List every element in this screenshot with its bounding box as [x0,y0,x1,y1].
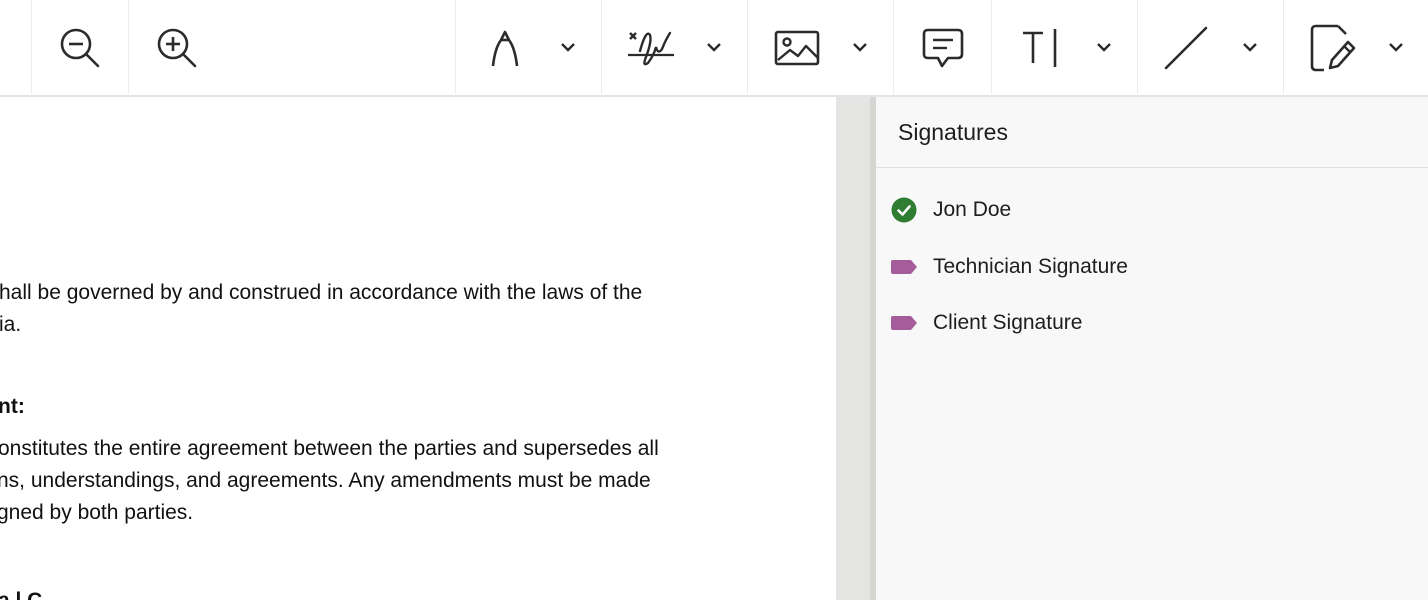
image-icon [774,30,820,66]
text-tool-button[interactable] [1006,0,1076,96]
signatures-panel: Signatures Jon Doe Technician Signature … [876,97,1428,600]
tag-icon [890,309,918,337]
check-circle-icon [890,196,918,224]
ink-tool-dropdown[interactable] [556,0,580,96]
text-icon [1021,28,1061,68]
edit-tool-button[interactable] [1298,0,1368,96]
signature-icon [626,25,676,71]
line-tool-dropdown[interactable] [1238,0,1262,96]
document-scroll-gutter [836,97,870,600]
signature-item-technician[interactable]: Technician Signature [876,245,1428,289]
chevron-down-icon [1388,39,1404,57]
doc-paragraph-line: hall be governed by and construed in acc… [0,281,643,304]
chevron-down-icon [852,39,868,57]
image-tool-dropdown[interactable] [848,0,872,96]
document-page: hall be governed by and construed in acc… [0,97,836,600]
annotation-toolbar [0,0,1428,97]
edit-document-icon [1310,24,1356,72]
signature-item-label: Jon Doe [933,198,1012,221]
edit-tool-dropdown[interactable] [1384,0,1408,96]
signature-tool-dropdown[interactable] [702,0,726,96]
signature-item-label: Technician Signature [933,255,1128,278]
pan-icon [0,38,8,58]
doc-paragraph-line: gned by both parties. [0,501,194,524]
signature-item-client[interactable]: Client Signature [876,301,1428,345]
signature-item-label: Client Signature [933,311,1083,334]
doc-paragraph-line: onstitutes the entire agreement between … [0,437,659,460]
panel-title: Signatures [898,119,1008,145]
signature-tool-button[interactable] [616,0,686,96]
zoom-out-icon [58,26,102,70]
ink-tool-button[interactable] [470,0,540,96]
line-tool-button[interactable] [1150,0,1222,96]
pan-button[interactable] [0,0,8,96]
doc-paragraph-line: ia. [0,313,22,336]
doc-paragraph-line: ns, understandings, and agreements. Any … [0,469,651,492]
signature-item-jon-doe[interactable]: Jon Doe [876,188,1428,232]
chevron-down-icon [1242,39,1258,57]
zoom-in-icon [155,26,199,70]
ink-pen-icon [487,26,523,70]
text-tool-dropdown[interactable] [1092,0,1116,96]
chevron-down-icon [560,39,576,57]
doc-section-heading: a l C [0,589,42,600]
chevron-down-icon [706,39,722,57]
doc-section-heading: nt: [0,395,25,418]
chevron-down-icon [1096,39,1112,57]
zoom-out-button[interactable] [32,0,128,96]
comment-tool-button[interactable] [894,0,991,96]
line-icon [1162,24,1210,72]
comment-icon [922,28,964,68]
image-tool-button[interactable] [762,0,832,96]
tag-icon [890,253,918,281]
zoom-in-button[interactable] [129,0,225,96]
signatures-panel-header: Signatures [876,97,1428,168]
